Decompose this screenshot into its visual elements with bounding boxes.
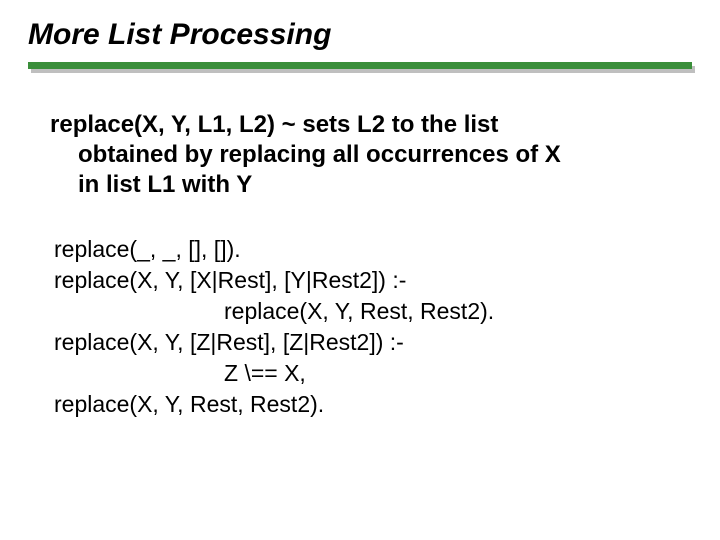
slide-content: replace(X, Y, L1, L2) ~ sets L2 to the l… (28, 110, 692, 420)
slide-title: More List Processing (28, 18, 692, 52)
code-line-3: replace(X, Y, Rest, Rest2). (54, 296, 682, 327)
code-line-5: Z \== X, (54, 358, 682, 389)
desc-line-1: replace(X, Y, L1, L2) ~ sets L2 to the l… (50, 111, 498, 138)
code-block: replace(_, _, [], []). replace(X, Y, [X|… (50, 234, 682, 420)
code-line-4: replace(X, Y, [Z|Rest], [Z|Rest2]) :- (54, 327, 682, 358)
desc-line-2: obtained by replacing all occurrences of… (50, 140, 682, 170)
desc-line-3: in list L1 with Y (50, 170, 682, 200)
slide-container: More List Processing replace(X, Y, L1, L… (0, 0, 720, 540)
code-line-6: replace(X, Y, Rest, Rest2). (54, 389, 682, 420)
code-line-1: replace(_, _, [], []). (54, 234, 682, 265)
title-divider (28, 62, 692, 74)
code-line-2: replace(X, Y, [X|Rest], [Y|Rest2]) :- (54, 265, 682, 296)
description-block: replace(X, Y, L1, L2) ~ sets L2 to the l… (50, 110, 682, 200)
